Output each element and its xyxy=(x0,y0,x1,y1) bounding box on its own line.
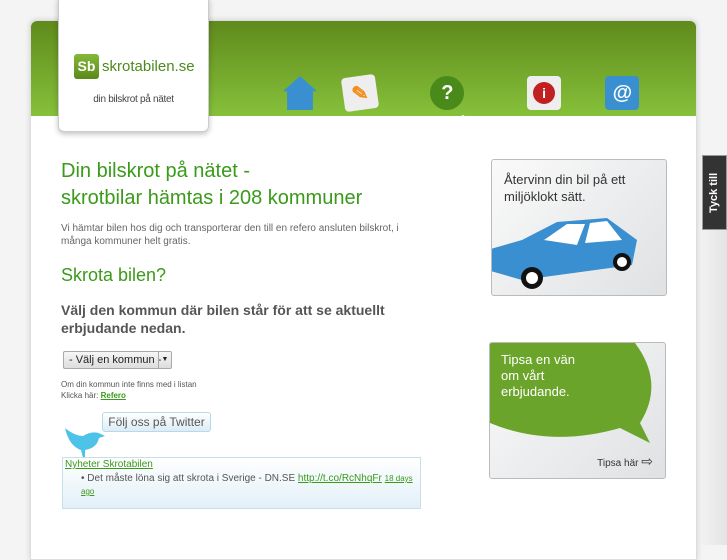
nav-hem[interactable]: hem xyxy=(283,76,317,128)
car-icon xyxy=(492,218,637,289)
nav-kontakt[interactable]: @ kontakt xyxy=(603,76,642,128)
logo-mark: Sb xyxy=(74,54,99,79)
tip-friend-banner[interactable]: Tipsa en vän om vårt erbjudande. Tipsa h… xyxy=(489,342,666,479)
info-house-icon: i xyxy=(527,76,562,110)
tip-link[interactable]: Tipsa här ⇨ xyxy=(597,453,653,470)
nav-om[interactable]: i om skrotabilen xyxy=(505,76,583,128)
arrow-right-icon: ⇨ xyxy=(641,453,653,469)
nav-bestallning[interactable]: ✎ beställning xyxy=(331,73,389,128)
tip-link-label: Tipsa här xyxy=(597,458,639,469)
follow-twitter-button[interactable]: Följ oss på Twitter xyxy=(102,412,211,432)
tweet-item: • Det måste löna sig att skrota i Sverig… xyxy=(81,473,413,496)
tweet-text: Det måste löna sig att skrota i Sverige … xyxy=(87,473,296,484)
click-here-label: Klicka här: xyxy=(61,391,99,400)
logo-name: skrotabilen.se xyxy=(102,58,195,75)
chevron-down-icon: ▼ xyxy=(158,352,171,368)
question-bubble-icon: ? xyxy=(430,76,465,110)
select-value: - Välj en kommun - xyxy=(69,354,162,366)
nav-label: vanliga frågor xyxy=(411,114,484,128)
missing-kommun-note: Om din kommun inte finns med i listan Kli… xyxy=(61,379,197,401)
title-line: Din bilskrot på nätet - xyxy=(61,160,250,182)
section-title: Skrota bilen? xyxy=(61,265,167,285)
order-form-icon: ✎ xyxy=(340,73,379,113)
twitter-bird-icon xyxy=(65,428,105,458)
kommun-select[interactable]: - Välj en kommun - ▼ xyxy=(63,351,172,369)
missing-text: Om din kommun inte finns med i listan xyxy=(61,380,197,389)
refero-link[interactable]: Refero xyxy=(101,391,126,400)
feed-title-link[interactable]: Nyheter Skrotabilen xyxy=(65,459,153,470)
nav-label: kontakt xyxy=(603,114,642,128)
recycle-banner[interactable]: Återvinn din bil på ett miljöklokt sätt. xyxy=(491,159,667,296)
tweet-link[interactable]: http://t.co/RcNhqFr xyxy=(298,473,382,484)
nav-faq[interactable]: ? vanliga frågor xyxy=(411,76,484,128)
recycle-text: Återvinn din bil på ett miljöklokt sätt. xyxy=(504,172,626,204)
tip-text: Tipsa en vän om vårt erbjudande. xyxy=(501,352,575,399)
email-icon: @ xyxy=(605,76,640,110)
logo[interactable]: Sb skrotabilen.se din bilskrot på nätet xyxy=(58,0,209,132)
logo-tagline: din bilskrot på nätet xyxy=(93,94,174,105)
nav-label: hem xyxy=(288,114,312,128)
lead-text: Välj den kommun där bilen står för att s… xyxy=(61,302,385,336)
title-line: skrotbilar hämtas i 208 kommuner xyxy=(61,187,363,209)
intro-text: Vi hämtar bilen hos dig och transportera… xyxy=(61,223,399,247)
nav-label: om skrotabilen xyxy=(505,114,584,128)
house-icon xyxy=(283,76,317,110)
feedback-tab[interactable]: Tyck till xyxy=(702,155,727,230)
nav-label: beställning xyxy=(331,114,389,128)
twitter-feed: Nyheter Skrotabilen • Det måste löna sig… xyxy=(62,457,421,509)
page-title: Din bilskrot på nätet - skrotbilar hämtas… xyxy=(61,158,362,212)
